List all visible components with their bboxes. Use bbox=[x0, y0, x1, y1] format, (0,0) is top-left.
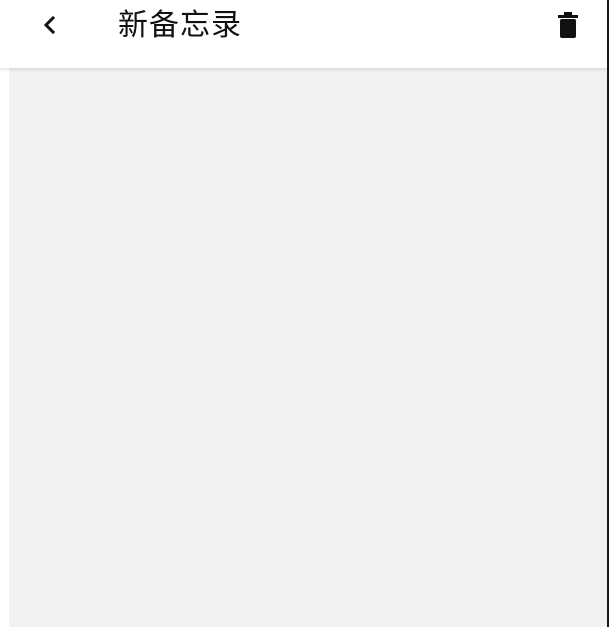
delete-button[interactable] bbox=[548, 5, 588, 45]
trash-icon bbox=[558, 12, 578, 38]
memo-content-area[interactable] bbox=[9, 68, 607, 627]
page-title: 新备忘录 bbox=[118, 8, 242, 43]
left-margin bbox=[0, 68, 9, 627]
back-button[interactable] bbox=[30, 5, 70, 45]
app-window: 新备忘录 bbox=[0, 0, 609, 627]
app-bar: 新备忘录 bbox=[0, 0, 607, 68]
chevron-left-icon bbox=[43, 15, 56, 35]
